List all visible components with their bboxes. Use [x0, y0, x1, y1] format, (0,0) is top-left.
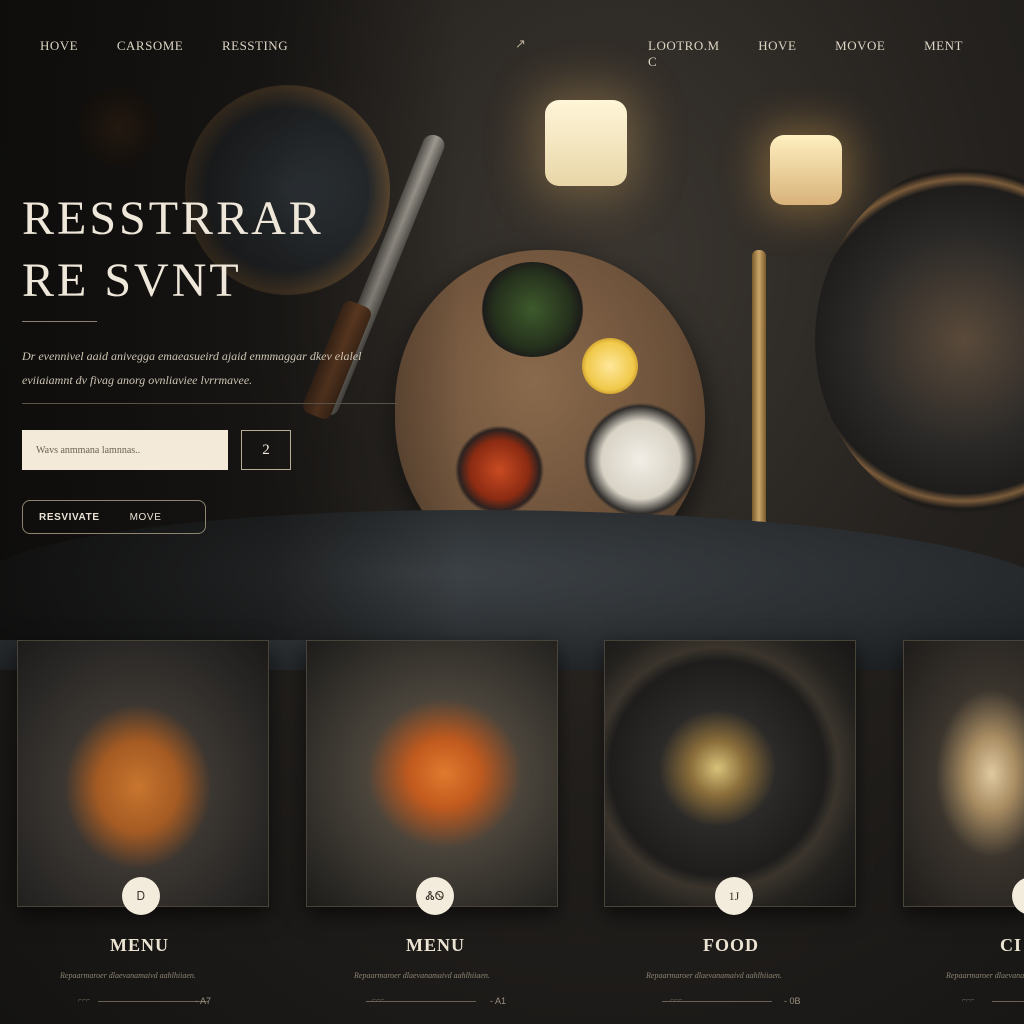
card-meta-right: - A7 — [195, 996, 212, 1006]
hero-shade-overlay — [0, 0, 460, 640]
nav-item[interactable]: RESSTING — [222, 38, 288, 53]
arrow-icon[interactable]: ↗ — [515, 36, 526, 52]
nav-item[interactable]: MOVOE — [835, 38, 885, 53]
hero-title-line: RESSTRRAR — [22, 192, 324, 245]
reserve-button[interactable]: RESVIVATE — [39, 512, 100, 523]
red-sauce-image — [452, 425, 547, 515]
divider — [992, 1001, 1024, 1002]
guest-count-box[interactable]: 2 — [241, 430, 291, 470]
white-sauce-image — [578, 400, 703, 520]
nav-item[interactable]: C — [648, 54, 657, 69]
hero-title: RESSTRRAR RE SVNT — [22, 188, 324, 312]
card-description: Repaarmaroer dlaevanamaivd aahlhiiaen. — [646, 971, 782, 980]
nav-item[interactable]: MENT — [924, 38, 963, 53]
hero-description: Dr evennivel aaid anivegga emaeasueird a… — [22, 349, 362, 387]
card-description: Repaarmaroer dlaevanam — [946, 971, 1024, 980]
nav-left: HOVE CARSOME RESSTING — [40, 38, 323, 54]
hero-title-line: RE SVNT — [22, 254, 242, 307]
divider — [366, 1001, 476, 1002]
card-meta-right: - A1 — [490, 996, 507, 1006]
dish-photo[interactable] — [903, 640, 1024, 907]
card-title[interactable]: MENU — [110, 935, 169, 956]
card-description: Repaarmaroer dlaevanamaivd aahlhiiaen. — [60, 971, 196, 980]
lemon-image — [582, 338, 638, 394]
divider — [98, 1001, 208, 1002]
card-meta-left: ⌐⌐⌐ — [962, 997, 975, 1004]
move-button[interactable]: MOVE — [130, 512, 162, 523]
plated-dish-image — [815, 160, 1024, 520]
candle-image — [545, 100, 627, 186]
card-meta-left: ⌐⌐⌐ — [78, 997, 91, 1004]
nav-item[interactable]: CARSOME — [117, 38, 183, 53]
dish-photo[interactable] — [306, 640, 558, 907]
nav-item[interactable]: HOVE — [40, 38, 78, 53]
card-badge[interactable]: Ꭰ — [122, 877, 160, 915]
search-input[interactable] — [22, 430, 228, 470]
dish-photo[interactable] — [17, 640, 269, 907]
nav-right: LOOTRO.M HOVE MOVOE MENT C — [648, 38, 1024, 70]
card-badge[interactable]: 1J — [715, 877, 753, 915]
divider — [662, 1001, 772, 1002]
nav-item[interactable]: LOOTRO.M — [648, 38, 720, 53]
hero-button-group: RESVIVATE MOVE — [22, 500, 206, 534]
card-title[interactable]: CI — [1000, 935, 1022, 956]
card-meta-right: - 0B — [784, 996, 801, 1006]
divider — [22, 321, 97, 322]
candle-image — [770, 135, 842, 205]
herb-bowl-image — [480, 262, 585, 357]
card-title[interactable]: FOOD — [703, 935, 759, 956]
dish-photo[interactable] — [604, 640, 856, 907]
card-description: Repaarmaroer dlaevanamaivd aahlhiiaen. — [354, 971, 490, 980]
card-title[interactable]: MENU — [406, 935, 465, 956]
card-badge[interactable]: ᏜᏫ — [416, 877, 454, 915]
nav-item[interactable]: HOVE — [758, 38, 796, 53]
divider — [22, 403, 397, 404]
